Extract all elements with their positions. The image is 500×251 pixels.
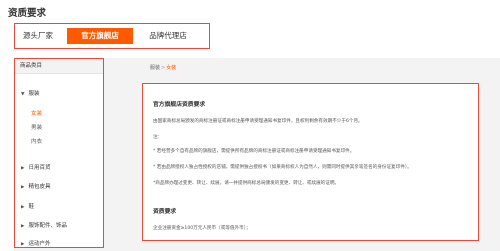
breadcrumb-root[interactable]: 服装 <box>150 65 160 71</box>
category-accessories[interactable]: ▶ 服饰配件、饰品 <box>21 221 67 229</box>
qualification-panel: 官方旗舰店资质要求 由国家商标总局颁发的商标注册证或商标注册申请受理通知书复印件… <box>142 83 479 241</box>
category-sports-outdoor[interactable]: ▶ 运动户外 <box>21 239 50 247</box>
caret-right-icon: ▶ <box>21 166 25 171</box>
category-label: 日用百货 <box>28 165 51 171</box>
caret-down-icon: ▼ <box>21 92 25 97</box>
breadcrumb-current: 女装 <box>166 65 177 71</box>
page-title: 资质要求 <box>8 8 47 19</box>
tab-source-factory[interactable]: 源头厂家 <box>21 28 55 44</box>
category-leather-goods[interactable]: ▶ 精包皮具 <box>21 182 50 190</box>
category-label: 服装 <box>28 91 40 97</box>
tab-brand-agent-store[interactable]: 品牌代理店 <box>143 28 193 44</box>
breadcrumb-separator: > <box>161 65 166 71</box>
category-daily-goods[interactable]: ▶ 日用百货 <box>21 163 50 171</box>
category-label: 运动户外 <box>28 241 51 247</box>
category-label: 精包皮具 <box>28 184 51 190</box>
category-shoes[interactable]: ▶ 鞋 <box>21 202 34 210</box>
requirements-text: 企业注册资金≥100万元人民币（或等值外币）； <box>153 226 251 231</box>
note-item: * 若经营多个自有品牌的旗舰店，需提供所有品牌的商标注册证或商标注册申请受理通知… <box>153 149 355 154</box>
qualification-intro: 由国家商标总局颁发的商标注册证或商标注册申请受理通知书复印件，且权利剩余有效期不… <box>153 119 363 124</box>
caret-right-icon: ▶ <box>21 224 25 229</box>
category-label: 服饰配件、饰品 <box>28 223 67 229</box>
caret-right-icon: ▶ <box>21 242 25 247</box>
category-sidebar: 商品类目 ▼ 服装 女装 男装 内衣 ▶ 日用百货 ▶ 精包皮具 ▶ 鞋 ▶ 服饰配件、饰… <box>14 58 104 248</box>
category-label: 鞋 <box>28 204 34 210</box>
subcategory-womens-wear[interactable]: 女装 <box>31 109 42 117</box>
qualification-title: 官方旗舰店资质要求 <box>153 102 206 108</box>
note-item: *商品牌办理过变更、转让、续展，请一并提供商标总局颁发的变更、转让、或续展的证明… <box>153 181 340 186</box>
subcategory-underwear[interactable]: 内衣 <box>31 137 42 145</box>
note-item: * 若由品牌授权人独占性授权的店铺，需提供独占授权书（如果商标权人为自然人，则需… <box>153 165 412 170</box>
requirements-title: 资质要求 <box>153 209 177 215</box>
breadcrumb: 服装>女装 <box>150 64 176 71</box>
note-label: 注： <box>153 135 163 140</box>
caret-right-icon: ▶ <box>21 205 25 210</box>
caret-right-icon: ▶ <box>21 185 25 190</box>
tab-official-flagship-store[interactable]: 官方旗舰店 <box>67 28 133 44</box>
sidebar-header: 商品类目 <box>15 59 103 74</box>
category-clothing[interactable]: ▼ 服装 <box>21 89 39 97</box>
subcategory-mens-wear[interactable]: 男装 <box>31 123 42 131</box>
store-type-tabs: 源头厂家 官方旗舰店 品牌代理店 <box>14 23 210 49</box>
